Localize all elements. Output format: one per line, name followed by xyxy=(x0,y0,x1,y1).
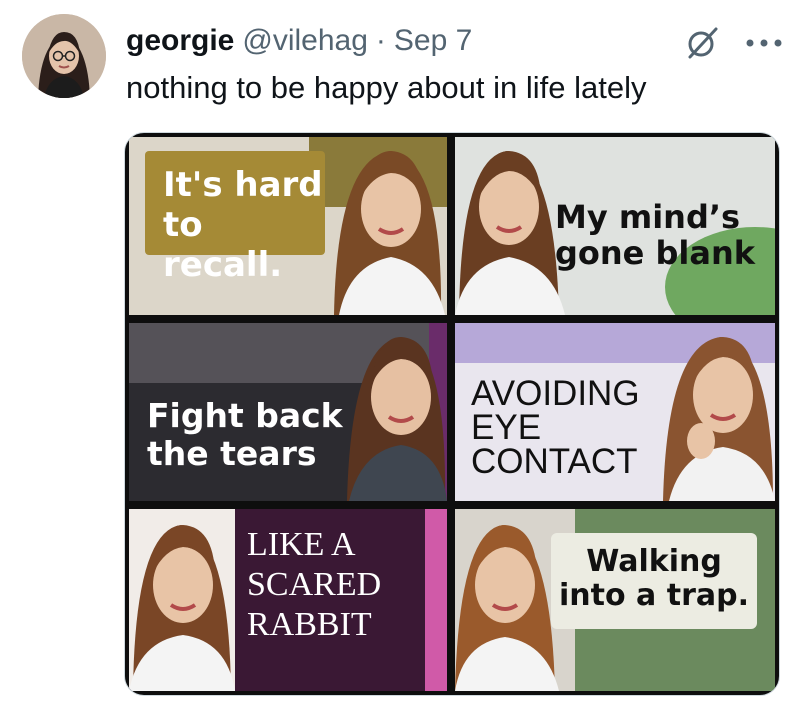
caption-1: It's hard to recall. xyxy=(145,151,325,285)
avatar[interactable] xyxy=(22,14,106,98)
media-tile-1: It's hard to recall. xyxy=(129,137,447,315)
media-tile-6: Walking into a trap. xyxy=(455,509,775,691)
tweet-date[interactable]: Sep 7 xyxy=(394,24,472,58)
media-tile-5: LIKE A SCARED RABBIT xyxy=(129,509,447,691)
avatar-image xyxy=(22,14,106,98)
tweet-text: nothing to be happy about in life lately xyxy=(126,70,647,105)
media-tile-4: AVOIDING EYE CONTACT xyxy=(455,323,775,501)
author-handle[interactable]: @vilehag xyxy=(242,24,368,58)
caption-6: Walking into a trap. xyxy=(551,533,757,629)
grok-slash-circle-icon[interactable] xyxy=(683,24,721,62)
caption-3: Fight back the tears xyxy=(147,396,343,473)
caption-5: LIKE A SCARED RABBIT xyxy=(247,526,382,643)
ellipsis-icon[interactable] xyxy=(742,36,786,48)
author-name[interactable]: georgie xyxy=(126,24,234,58)
caption-2: My mind’s gone blank xyxy=(555,198,756,272)
separator-dot: · xyxy=(375,24,386,57)
tweet-media[interactable]: It's hard to recall. My mind’s gone blan… xyxy=(124,132,780,696)
media-tile-3: Fight back the tears xyxy=(129,323,447,501)
tweet-header: georgie @vilehag · Sep 7 xyxy=(126,24,472,60)
caption-4: AVOIDING EYE CONTACT xyxy=(471,374,640,481)
media-tile-2: My mind’s gone blank xyxy=(455,137,775,315)
